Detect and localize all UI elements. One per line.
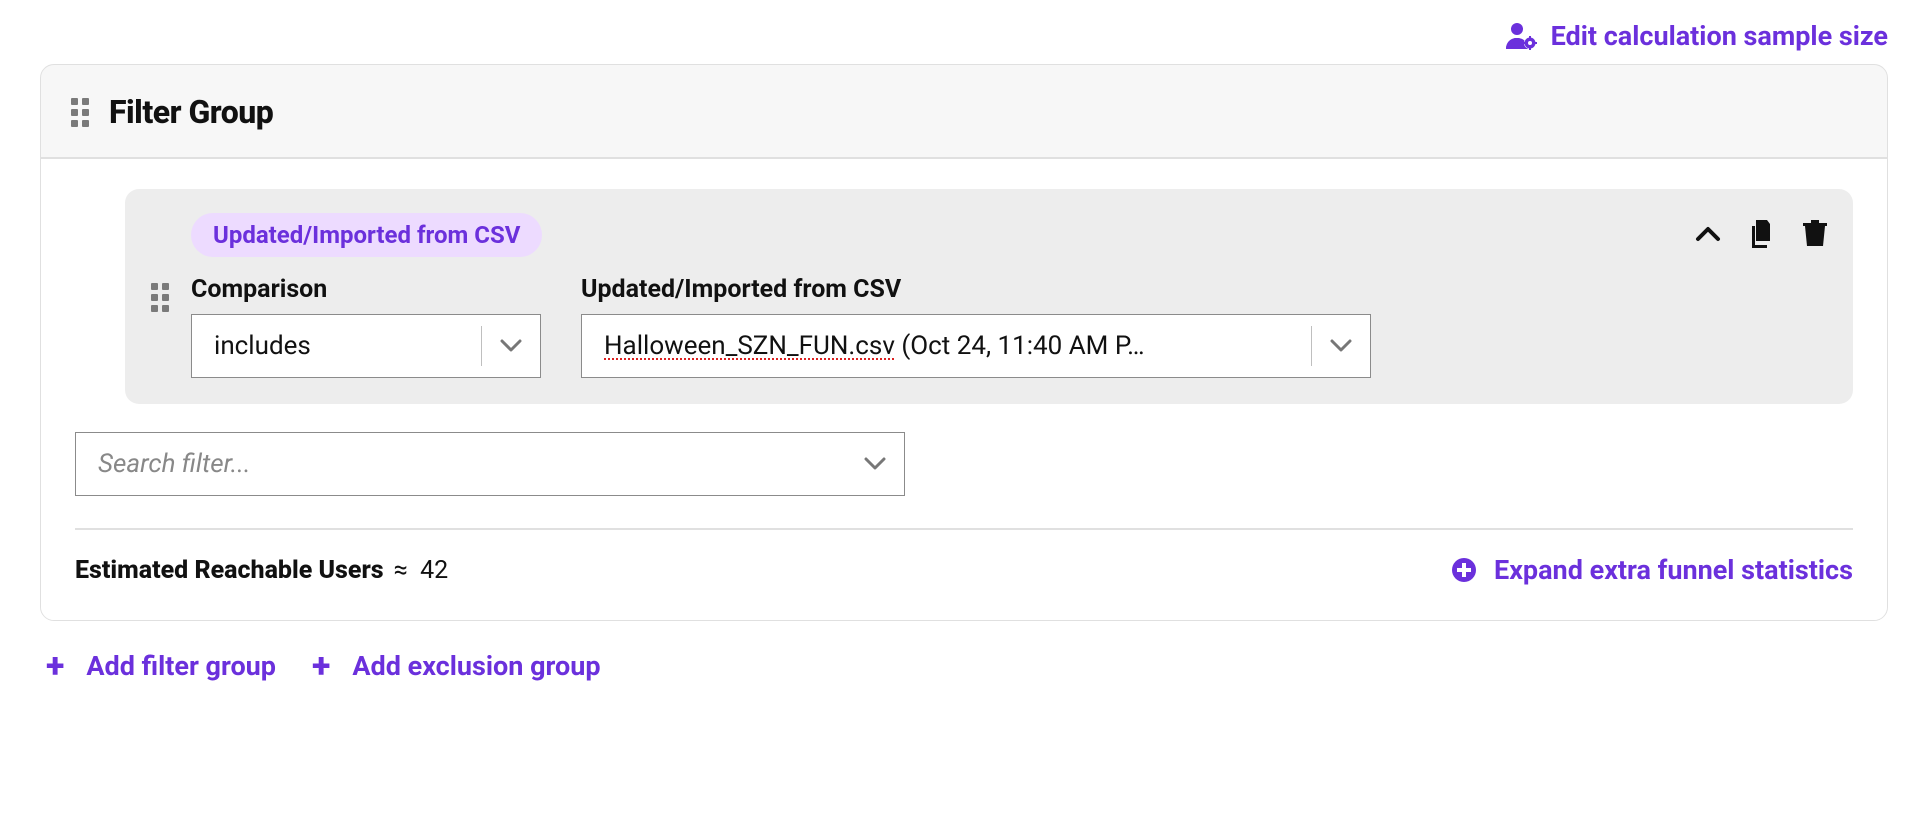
card-title: Filter Group bbox=[109, 93, 273, 131]
filter-row: Updated/Imported from CSV Comparison inc… bbox=[125, 189, 1853, 404]
collapse-button[interactable] bbox=[1695, 225, 1721, 243]
add-exclusion-group-label: Add exclusion group bbox=[352, 650, 600, 682]
edit-sample-size-label: Edit calculation sample size bbox=[1551, 20, 1888, 52]
drag-handle-icon[interactable] bbox=[71, 98, 89, 127]
duplicate-button[interactable] bbox=[1749, 219, 1775, 249]
copy-icon bbox=[1749, 219, 1775, 249]
comparison-value: includes bbox=[192, 331, 481, 361]
add-exclusion-group-button[interactable]: + Add exclusion group bbox=[312, 649, 601, 683]
comparison-select[interactable]: includes bbox=[191, 314, 541, 378]
chevron-down-icon bbox=[482, 339, 540, 353]
plus-circle-icon bbox=[1450, 556, 1478, 584]
search-filter-select[interactable]: Search filter... bbox=[75, 432, 905, 496]
estimated-users: Estimated Reachable Users ≈ 42 bbox=[75, 556, 448, 585]
user-gear-icon bbox=[1505, 21, 1537, 51]
estimated-users-label: Estimated Reachable Users bbox=[75, 556, 384, 585]
filter-chip: Updated/Imported from CSV bbox=[191, 213, 542, 257]
divider bbox=[75, 528, 1853, 530]
drag-handle-icon[interactable] bbox=[151, 283, 169, 312]
filter-group-card: Filter Group Updated/Imported from CSV C… bbox=[40, 64, 1888, 621]
chevron-down-icon bbox=[846, 457, 904, 471]
card-header: Filter Group bbox=[41, 65, 1887, 159]
comparison-label: Comparison bbox=[191, 275, 541, 304]
add-filter-group-button[interactable]: + Add filter group bbox=[46, 649, 276, 683]
chevron-up-icon bbox=[1695, 225, 1721, 243]
search-filter-placeholder: Search filter... bbox=[76, 449, 846, 479]
trash-icon bbox=[1803, 220, 1827, 248]
add-filter-group-label: Add filter group bbox=[86, 650, 276, 682]
plus-icon: + bbox=[46, 649, 64, 683]
delete-button[interactable] bbox=[1803, 220, 1827, 248]
expand-funnel-stats-label: Expand extra funnel statistics bbox=[1494, 554, 1853, 586]
estimated-users-value: 42 bbox=[420, 556, 448, 585]
csv-label: Updated/Imported from CSV bbox=[581, 275, 1371, 304]
expand-funnel-stats-link[interactable]: Expand extra funnel statistics bbox=[1450, 554, 1853, 586]
chevron-down-icon bbox=[1312, 339, 1370, 353]
csv-file-select[interactable]: Halloween_SZN_FUN.csv (Oct 24, 11:40 AM … bbox=[581, 314, 1371, 378]
csv-file-value: Halloween_SZN_FUN.csv (Oct 24, 11:40 AM … bbox=[582, 331, 1311, 361]
edit-sample-size-link[interactable]: Edit calculation sample size bbox=[1505, 20, 1888, 52]
plus-icon: + bbox=[312, 649, 330, 683]
